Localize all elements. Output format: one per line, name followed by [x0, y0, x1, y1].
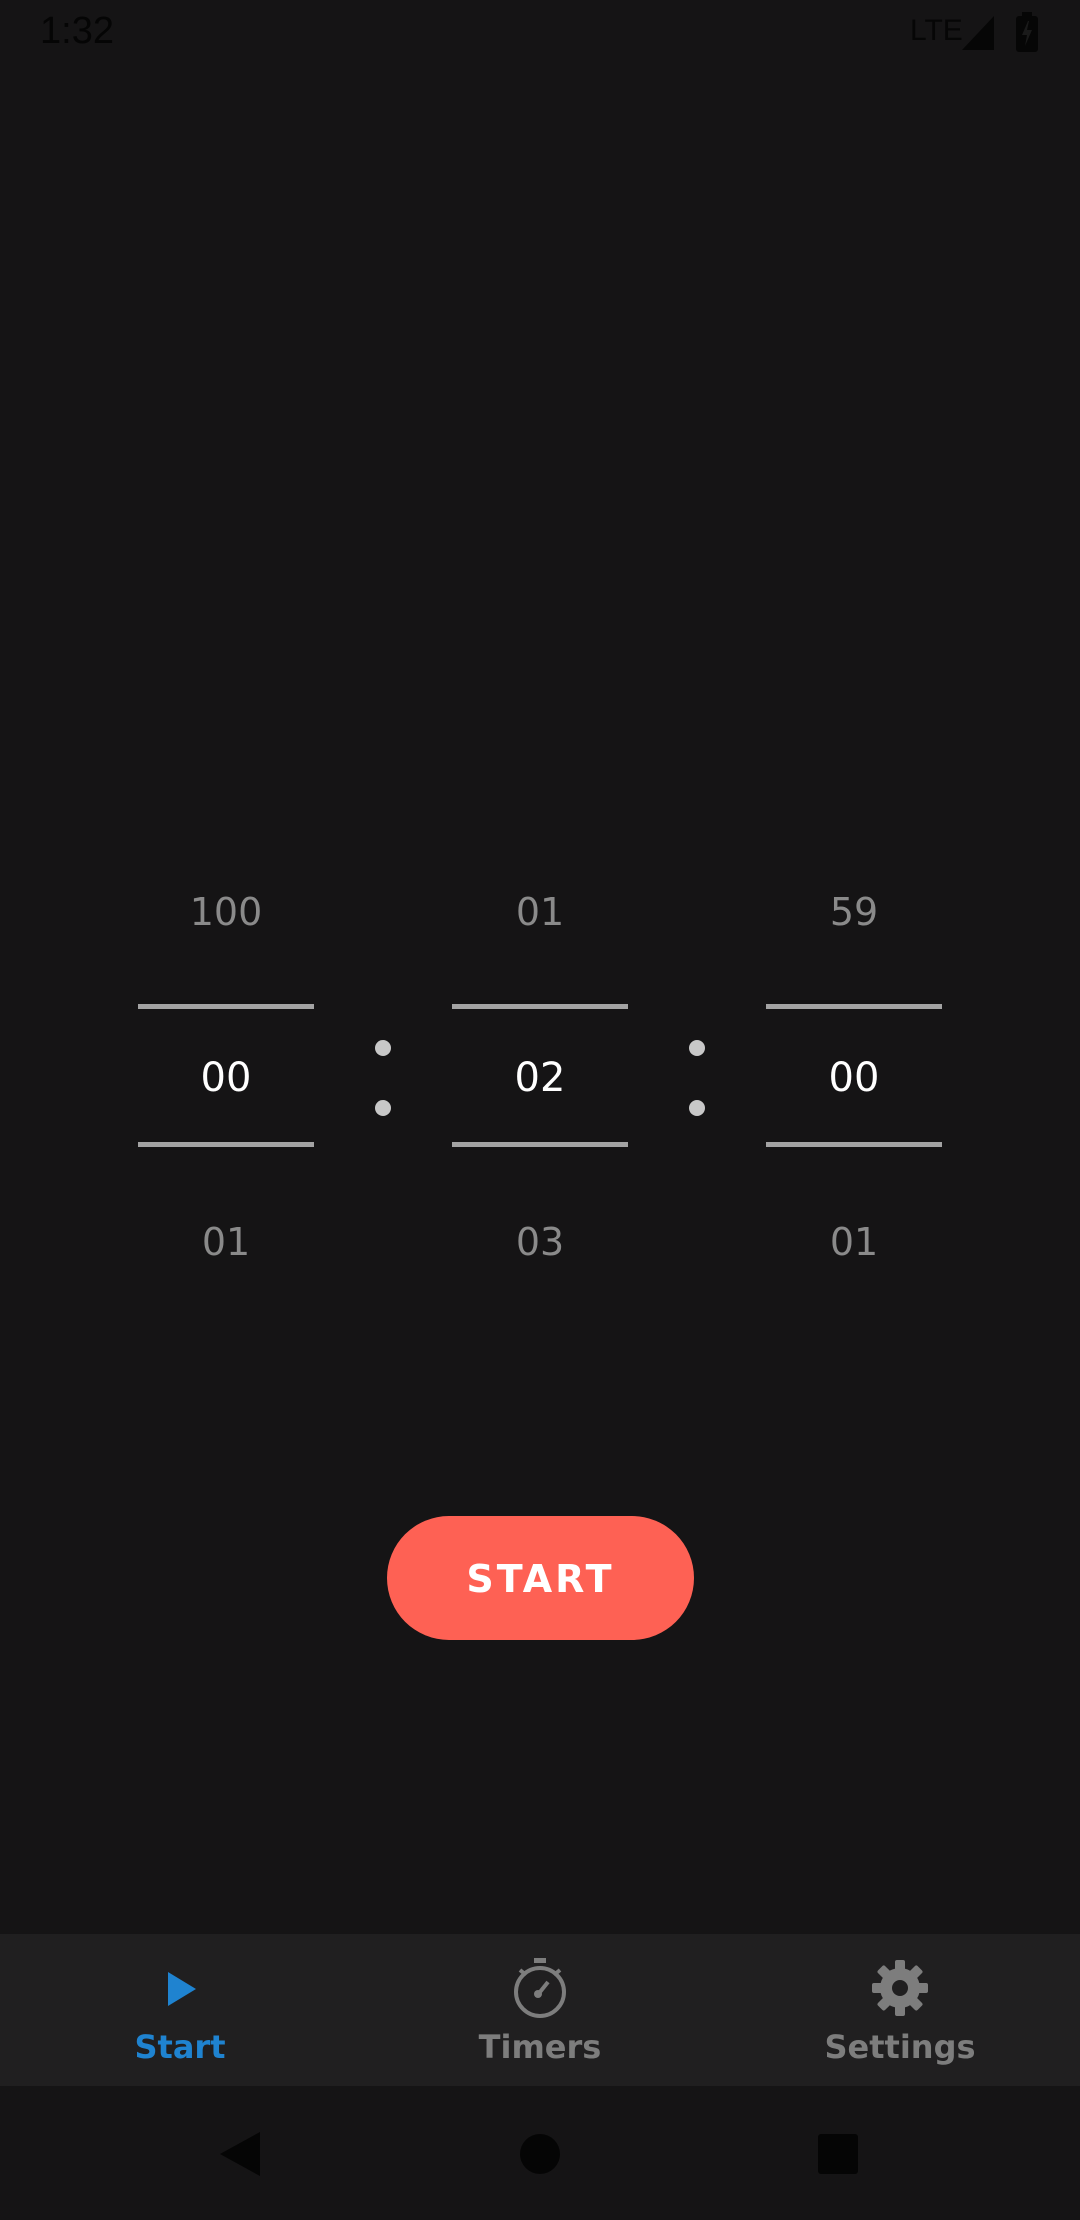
hours-divider-bottom [138, 1142, 314, 1147]
nav-item-settings[interactable]: Settings [720, 1934, 1080, 2086]
timer-screen: 1:32 LTE 100 00 01 01 02 03 59 00 01 STA… [0, 0, 1080, 2220]
hours-prev-value[interactable]: 100 [138, 890, 314, 934]
hours-next-value[interactable]: 01 [138, 1220, 314, 1264]
minutes-picker[interactable]: 01 02 03 [452, 860, 628, 1300]
start-button[interactable]: START [387, 1516, 694, 1640]
battery-charging-icon [1016, 12, 1038, 52]
bottom-navigation: Start Timers Settings [0, 1934, 1080, 2086]
seconds-prev-value[interactable]: 59 [766, 890, 942, 934]
gear-icon [872, 1960, 928, 2016]
minutes-divider-top [452, 1004, 628, 1009]
seconds-divider-top [766, 1004, 942, 1009]
back-icon[interactable] [180, 2086, 300, 2220]
nav-label-timers: Timers [478, 2028, 602, 2066]
hours-current-value[interactable]: 00 [138, 1055, 314, 1101]
nav-item-start[interactable]: Start [0, 1934, 360, 2086]
play-icon [168, 1972, 196, 2006]
stopwatch-icon [514, 1958, 566, 2018]
nav-item-timers[interactable]: Timers [360, 1934, 720, 2086]
seconds-picker[interactable]: 59 00 01 [766, 860, 942, 1300]
colon-separator [375, 1040, 391, 1116]
minutes-current-value[interactable]: 02 [452, 1055, 628, 1101]
system-navigation-bar [0, 2086, 1080, 2220]
seconds-next-value[interactable]: 01 [766, 1220, 942, 1264]
hours-picker[interactable]: 100 00 01 [138, 860, 314, 1300]
minutes-prev-value[interactable]: 01 [452, 890, 628, 934]
nav-label-start: Start [134, 2028, 226, 2066]
status-time: 1:32 [40, 10, 114, 52]
seconds-current-value[interactable]: 00 [766, 1055, 942, 1101]
hours-divider-top [138, 1004, 314, 1009]
nav-label-settings: Settings [824, 2028, 976, 2066]
home-icon[interactable] [480, 2086, 600, 2220]
seconds-divider-bottom [766, 1142, 942, 1147]
minutes-next-value[interactable]: 03 [452, 1220, 628, 1264]
signal-icon [962, 16, 994, 50]
colon-separator [689, 1040, 705, 1116]
network-type: LTE [910, 14, 963, 47]
status-bar: 1:32 LTE [0, 0, 1080, 66]
minutes-divider-bottom [452, 1142, 628, 1147]
recents-icon[interactable] [778, 2086, 898, 2220]
